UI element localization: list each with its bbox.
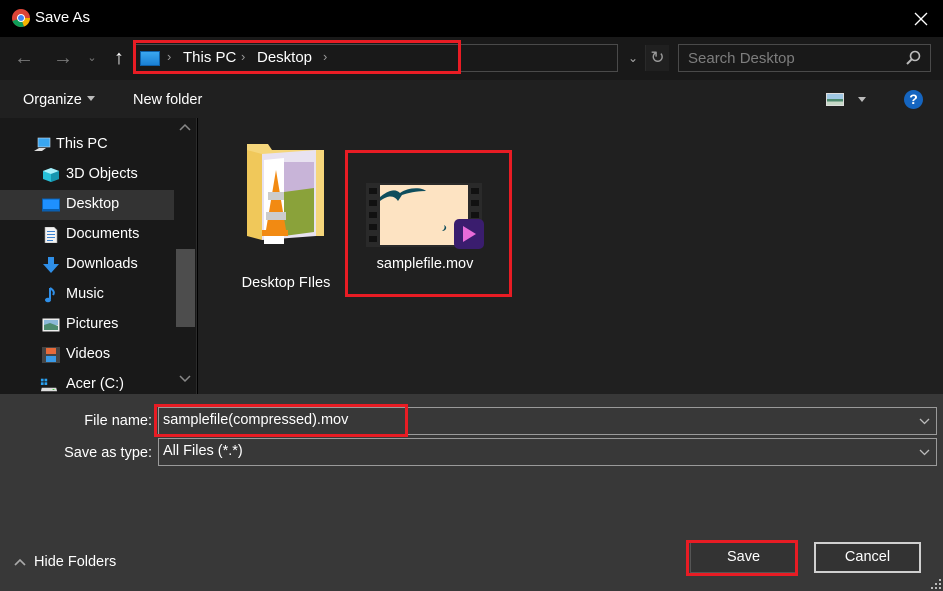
address-bar[interactable]: › This PC › Desktop › ⌄ ↻ [134,44,669,72]
file-name-label: Desktop FIles [241,275,331,291]
pictures-icon [42,318,60,332]
recent-locations-button[interactable]: ⌄ [82,46,102,70]
navigation-pane: This PC 3D Objects Desktop Documents Dow… [0,118,197,394]
sidebar-item-label: Videos [66,346,111,362]
search-box [678,44,931,72]
save-as-type-dropdown[interactable] [916,442,932,462]
address-row: ← → ⌄ ↑ › This PC › Desktop › ⌄ ↻ [0,37,943,80]
new-folder-button[interactable]: New folder [133,92,202,108]
refresh-icon: ↻ [650,48,665,67]
search-input[interactable] [688,48,898,68]
save-button[interactable]: Save [690,542,797,573]
sidebar-item-label: Downloads [66,256,138,272]
arrow-right-icon: → [53,47,73,69]
arrow-left-icon: ← [14,47,34,69]
sidebar-item-videos[interactable]: Videos [0,340,174,370]
chevron-down-icon [179,375,191,383]
breadcrumb-separator: › [167,49,172,64]
sidebar-item-label: This PC [56,136,108,152]
breadcrumb-expand[interactable]: › [323,49,327,64]
documents-icon [44,227,58,243]
change-view-button[interactable] [826,93,870,109]
sidebar-item-label: Acer (C:) [66,376,124,392]
up-button[interactable]: ↑ [107,46,131,70]
videos-icon [42,347,60,363]
chevron-down-icon [919,418,929,425]
sidebar-item-pictures[interactable]: Pictures [0,310,174,340]
save-as-type-select[interactable]: All Files (*.*) [158,438,937,466]
file-name-input[interactable] [163,412,903,428]
sidebar-item-this-pc[interactable]: This PC [0,130,174,160]
folder-icon [247,144,324,244]
file-name-dropdown[interactable] [916,411,932,431]
back-button[interactable]: ← [12,46,36,70]
refresh-button[interactable]: ↻ [645,45,669,71]
close-button[interactable] [906,6,936,30]
desktop-icon [42,198,60,212]
breadcrumb-separator: › [241,49,246,64]
help-button[interactable]: ? [904,90,923,109]
window-title: Save As [35,9,91,26]
close-icon [914,12,928,26]
file-name-label: File name: [84,413,152,429]
caret-down-icon [86,96,95,101]
sidebar-item-label: Documents [66,226,140,242]
title-bar: Save As [0,0,943,37]
file-name-combo [158,407,937,435]
organize-button[interactable]: Organize [23,92,95,108]
sidebar-item-documents[interactable]: Documents [0,220,174,250]
sidebar-item-downloads[interactable]: Downloads [0,250,174,280]
caret-down-icon [858,97,866,102]
chevron-up-icon [179,123,191,131]
scroll-thumb[interactable] [176,249,195,327]
this-pc-icon [34,137,51,151]
file-list: Desktop FIles samplefile.mov [198,118,943,394]
sidebar-item-label: Music [66,286,104,302]
cancel-button[interactable]: Cancel [814,542,921,573]
command-bar: Organize New folder ? [0,80,943,118]
sidebar-item-music[interactable]: Music [0,280,174,310]
hide-folders-button[interactable]: Hide Folders [14,554,116,570]
sidebar-scrollbar[interactable] [174,118,196,394]
forward-button[interactable]: → [51,46,75,70]
3d-objects-icon [43,168,59,182]
save-form-panel: File name: Save as type: All Files (*.*)… [0,394,943,591]
change-view-icon [826,93,844,106]
save-as-type-label: Save as type: [64,445,152,461]
music-icon [45,287,55,303]
chevron-down-icon [919,449,929,456]
breadcrumb-desktop[interactable]: Desktop [257,49,312,66]
chrome-icon [12,9,31,28]
file-item-folder[interactable]: Desktop FIles [236,140,336,291]
arrow-up-icon: ↑ [114,47,124,69]
organize-label: Organize [23,92,82,108]
resize-grip-icon[interactable] [931,579,941,589]
chevron-down-icon: ⌄ [87,52,97,64]
file-item-video[interactable]: samplefile.mov [360,173,490,278]
hide-folders-label: Hide Folders [34,554,117,570]
chevron-up-icon [14,557,26,569]
sidebar-item-label: Desktop [66,196,120,212]
file-name-label: samplefile.mov [376,256,474,272]
this-pc-icon [140,51,160,66]
scroll-down-button[interactable] [174,374,196,392]
sidebar-item-label: Pictures [66,316,119,332]
downloads-icon [43,257,59,273]
search-icon[interactable] [904,49,922,67]
sidebar-item-label: 3D Objects [66,166,138,182]
sidebar-item-desktop[interactable]: Desktop [0,190,174,220]
breadcrumb-this-pc[interactable]: This PC [183,49,236,66]
video-file-icon [366,183,484,249]
sidebar-item-3d-objects[interactable]: 3D Objects [0,160,174,190]
scroll-up-button[interactable] [174,122,196,140]
drive-icon [40,378,58,392]
address-history-dropdown[interactable]: ⌄ [621,47,645,69]
save-as-type-value: All Files (*.*) [163,443,243,459]
